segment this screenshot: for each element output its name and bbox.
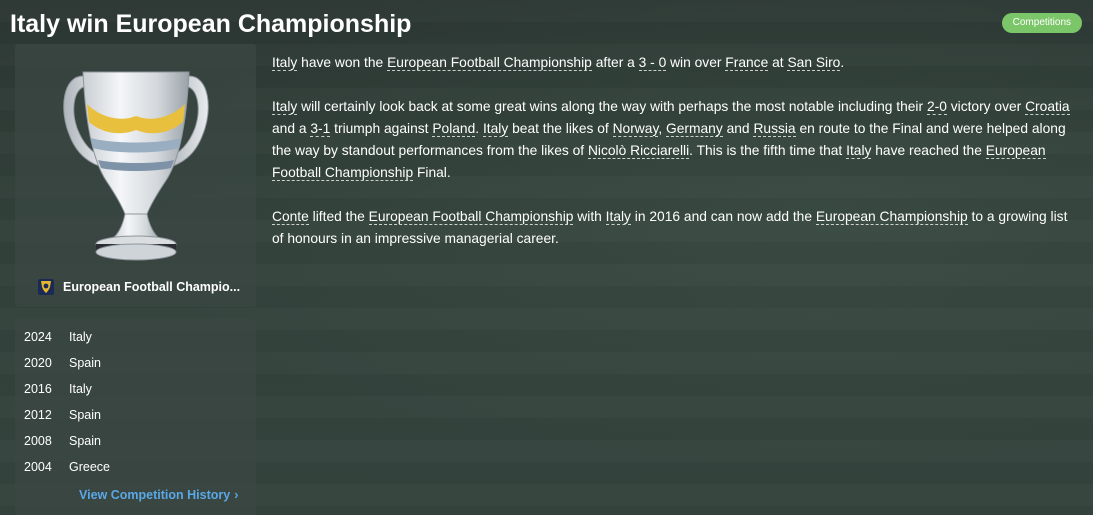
page-title: Italy win European Championship (10, 10, 412, 38)
article-text: and (722, 121, 754, 136)
article-text: , (658, 121, 666, 136)
article-paragraph-2: Italy will certainly look back at some g… (272, 96, 1072, 184)
article-text: . (840, 55, 845, 70)
article-paragraph-1: Italy have won the European Football Cha… (272, 52, 1072, 74)
view-competition-history-link[interactable]: View Competition History › (79, 488, 238, 502)
team-link[interactable]: Italy (482, 121, 509, 137)
article-text: Final. (413, 165, 451, 180)
article-text: have won the (297, 55, 388, 70)
history-year: 2012 (24, 408, 52, 422)
history-row: 2012 Spain (24, 402, 247, 428)
competitions-badge[interactable]: Competitions (1001, 13, 1082, 33)
match-score-link[interactable]: 3-1 (310, 121, 331, 137)
history-row: 2016 Italy (24, 376, 247, 402)
history-row: 2020 Spain (24, 350, 247, 376)
article-text: lifted the (308, 209, 369, 224)
article-text: at (768, 55, 788, 70)
team-link[interactable]: Italy (272, 55, 298, 71)
trophy-icon (63, 71, 209, 261)
history-winner[interactable]: Spain (69, 356, 101, 370)
history-year: 2008 (24, 434, 52, 448)
history-year: 2004 (24, 460, 52, 474)
article-text: . (475, 121, 483, 136)
article-text: . This is the fifth time that (689, 143, 847, 158)
team-link[interactable]: Italy (605, 209, 631, 225)
opponent-link[interactable]: Russia (753, 121, 796, 137)
opponent-link[interactable]: Poland (432, 121, 476, 137)
history-row: 2004 Greece (24, 454, 247, 480)
news-article: Italy have won the European Football Cha… (272, 52, 1072, 272)
history-winner[interactable]: Spain (69, 408, 101, 422)
chevron-right-icon: › (234, 488, 239, 502)
competition-name-row[interactable]: European Football Champio... (37, 276, 248, 298)
history-year: 2024 (24, 330, 52, 344)
history-winner[interactable]: Spain (69, 434, 101, 448)
history-list: 2024 Italy 2020 Spain 2016 Italy 2012 Sp… (24, 324, 247, 480)
team-link[interactable]: Italy (846, 143, 872, 159)
opponent-link[interactable]: France (725, 55, 769, 71)
player-link[interactable]: Nicolò Ricciarelli (587, 143, 690, 159)
competition-logo-icon (38, 279, 54, 295)
history-winner[interactable]: Italy (69, 330, 92, 344)
manager-link[interactable]: Conte (272, 209, 309, 225)
opponent-link[interactable]: Germany (666, 121, 723, 137)
article-text: and a (272, 121, 311, 136)
article-text: victory over (946, 99, 1026, 114)
article-text: in 2016 and can now add the (630, 209, 816, 224)
opponent-link[interactable]: Croatia (1025, 99, 1070, 115)
history-winner[interactable]: Italy (69, 382, 92, 396)
article-text: beat the likes of (508, 121, 613, 136)
match-score-link[interactable]: 3 - 0 (638, 55, 667, 71)
history-year: 2020 (24, 356, 52, 370)
article-paragraph-3: Conte lifted the European Football Champ… (272, 206, 1072, 250)
history-row: 2008 Spain (24, 428, 247, 454)
history-winner[interactable]: Greece (69, 460, 110, 474)
history-year: 2016 (24, 382, 52, 396)
article-text: win over (666, 55, 726, 70)
article-text: have reached the (871, 143, 986, 158)
article-text: will certainly look back at some great w… (297, 99, 927, 114)
view-competition-history-label: View Competition History (79, 488, 231, 502)
article-text: with (573, 209, 606, 224)
stadium-link[interactable]: San Siro (787, 55, 841, 71)
competition-history-panel: 2024 Italy 2020 Spain 2016 Italy 2012 Sp… (15, 318, 256, 515)
competition-link[interactable]: European Football Championship (387, 55, 592, 71)
competition-link[interactable]: European Championship (815, 209, 968, 225)
article-text: after a (591, 55, 639, 70)
trophy-panel: European Football Champio... (15, 44, 256, 307)
match-score-link[interactable]: 2-0 (926, 99, 947, 115)
competition-name: European Football Champio... (63, 280, 241, 294)
competition-link[interactable]: European Football Championship (368, 209, 574, 225)
opponent-link[interactable]: Norway (612, 121, 659, 137)
history-row: 2024 Italy (24, 324, 247, 350)
article-text: triumph against (330, 121, 433, 136)
team-link[interactable]: Italy (272, 99, 298, 115)
